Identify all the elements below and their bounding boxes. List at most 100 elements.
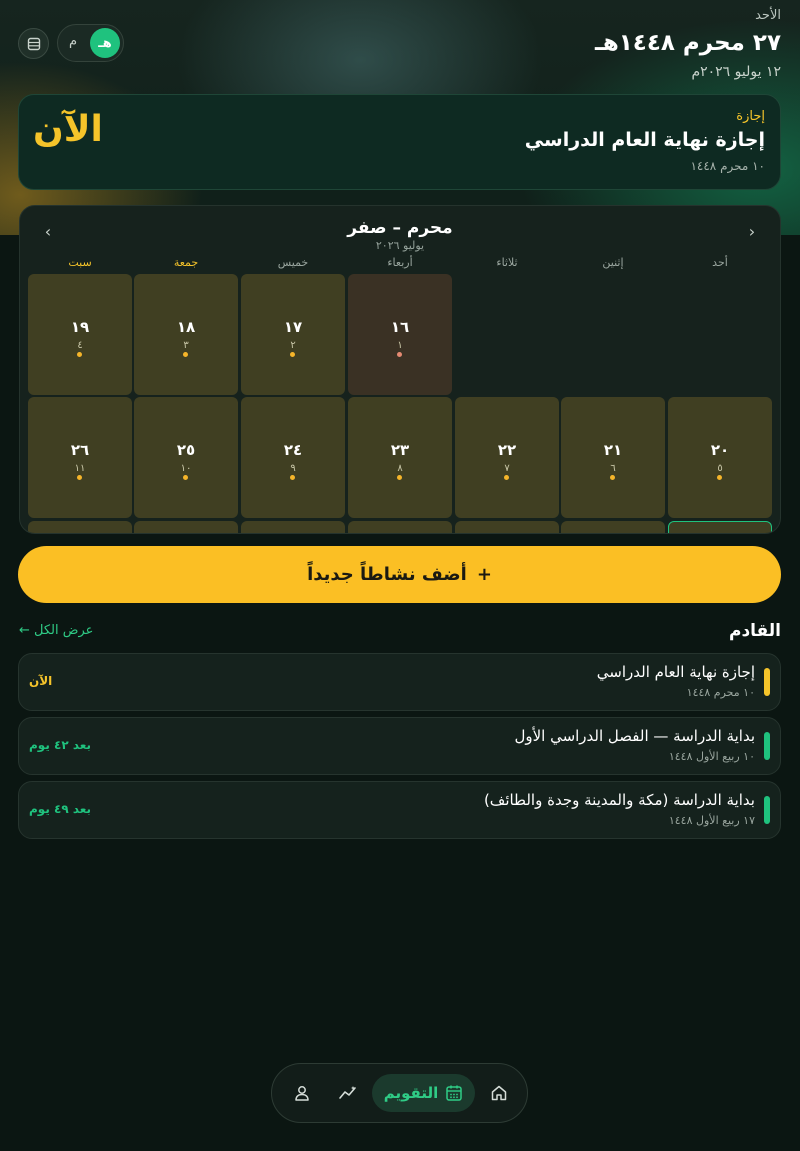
event-title: إجازة نهاية العام الدراسي xyxy=(524,129,765,151)
hijri-day-number: ٨ xyxy=(397,463,403,474)
toggle-hijri[interactable]: هـ xyxy=(90,28,120,58)
nav-home[interactable] xyxy=(484,1074,514,1112)
event-dot xyxy=(183,475,188,480)
calendar-card: ‹ › محرم – صفر يوليو ٢٠٢٦ أحد إثنين ثلاث… xyxy=(19,205,781,534)
weekday-tuesday: ثلاثاء xyxy=(496,256,518,269)
day-number: ١٦ xyxy=(390,318,410,336)
event-dot xyxy=(77,352,82,357)
event-dot xyxy=(717,475,722,480)
hijri-day-number: ٦ xyxy=(610,463,616,474)
event-dot xyxy=(504,475,509,480)
event-dot xyxy=(610,475,615,480)
calendar-day[interactable]: ١٩ ٤ xyxy=(28,274,132,395)
upcoming-title: القادم xyxy=(728,621,781,641)
event-dot xyxy=(183,352,188,357)
calendar-day[interactable]: ٢٢ ٧ xyxy=(455,397,559,518)
calendar-day[interactable]: ٢٣ ٨ xyxy=(348,397,452,518)
day-number: ٢٦ xyxy=(70,441,90,459)
weekday-wednesday: أربعاء xyxy=(387,256,413,269)
calendar-day[interactable]: ٢٤ ٩ xyxy=(241,397,345,518)
hijri-day-number: ١ xyxy=(397,340,403,351)
upcoming-item-when: الآن xyxy=(29,674,53,688)
nav-profile[interactable] xyxy=(288,1074,316,1112)
day-number: ٢٤ xyxy=(283,441,303,459)
add-activity-label: أضف نشاطاً جديداً xyxy=(307,564,467,585)
hijri-day-number: ١٠ xyxy=(180,463,192,474)
calendar-day[interactable]: ٢٥ ١٠ xyxy=(134,397,238,518)
upcoming-item-title: بداية الدراسة — الفصل الدراسي الأول xyxy=(514,727,755,745)
home-icon xyxy=(491,1085,507,1101)
calendar-icon xyxy=(446,1085,462,1101)
day-number: ١٨ xyxy=(176,318,196,336)
calendar-day-partial[interactable] xyxy=(348,521,452,533)
upcoming-item-date: ١٧ ربيع الأول ١٤٤٨ xyxy=(668,814,755,827)
hijri-day-number: ٧ xyxy=(504,463,510,474)
see-all-link[interactable]: عرض الكل ← xyxy=(19,623,93,638)
calendar-day-partial[interactable] xyxy=(241,521,345,533)
bottom-navigation: التقويم xyxy=(271,1063,528,1123)
upcoming-item-when: بعد ٤٢ يوم xyxy=(29,738,92,752)
calendar-day-partial[interactable] xyxy=(561,521,665,533)
weekday-thursday: خميس xyxy=(277,256,309,269)
day-number: ٢١ xyxy=(603,441,623,459)
calendar-day[interactable]: ٢٠ ٥ xyxy=(668,397,772,518)
hijri-day-number: ١١ xyxy=(74,463,86,474)
day-number: ٢٥ xyxy=(176,441,196,459)
event-dot xyxy=(77,475,82,480)
calendar-type-toggle[interactable]: هـ م xyxy=(57,24,124,62)
calendar-day-partial[interactable] xyxy=(134,521,238,533)
hijri-day-number: ٣ xyxy=(183,340,189,351)
event-status: الآن xyxy=(33,109,103,150)
hijri-day-number: ٩ xyxy=(290,463,296,474)
hijri-day-number: ٥ xyxy=(717,463,723,474)
calendar-day-partial[interactable] xyxy=(455,521,559,533)
calendar-day-partial[interactable] xyxy=(28,521,132,533)
day-number: ١٧ xyxy=(283,318,303,336)
nav-calendar-label: التقويم xyxy=(383,1084,439,1102)
plus-icon: + xyxy=(476,564,492,585)
event-dot xyxy=(290,352,295,357)
gregorian-date: ١٢ يوليو ٢٠٢٦م xyxy=(691,64,781,80)
upcoming-item-title: إجازة نهاية العام الدراسي xyxy=(596,663,755,681)
add-activity-button[interactable]: أضف نشاطاً جديداً + xyxy=(18,546,781,603)
calendar-day-today[interactable]: ١٦ ١ xyxy=(348,274,452,395)
status-bar xyxy=(764,732,770,760)
trend-icon xyxy=(339,1086,356,1099)
hijri-day-number: ٢ xyxy=(290,340,296,351)
calendar-day[interactable]: ٢١ ٦ xyxy=(561,397,665,518)
weekday-saturday: سبت xyxy=(68,256,92,269)
list-icon xyxy=(27,37,40,50)
calendar-day[interactable]: ٢٦ ١١ xyxy=(28,397,132,518)
profile-icon xyxy=(295,1086,309,1101)
calendar-day[interactable]: ١٧ ٢ xyxy=(241,274,345,395)
calendar-day[interactable]: ١٨ ٣ xyxy=(134,274,238,395)
day-number: ٢٣ xyxy=(390,441,410,459)
status-bar xyxy=(764,796,770,824)
event-type: إجازة xyxy=(736,109,765,124)
weekday-sunday: أحد xyxy=(712,256,728,269)
hijri-date: ٢٧ محرم ١٤٤٨هـ xyxy=(594,30,781,56)
nav-insights[interactable] xyxy=(332,1074,364,1112)
day-number: ١٩ xyxy=(70,318,90,336)
hijri-day-number: ٤ xyxy=(77,340,83,351)
calendar-title: محرم – صفر xyxy=(347,218,453,238)
upcoming-item[interactable]: بداية الدراسة — الفصل الدراسي الأول ١٠ ر… xyxy=(18,717,781,775)
upcoming-item-when: بعد ٤٩ يوم xyxy=(29,802,92,816)
current-event-card[interactable]: إجازة إجازة نهاية العام الدراسي ١٠ محرم … xyxy=(18,94,781,190)
weekday-label: الأحد xyxy=(755,8,781,23)
toggle-gregorian[interactable]: م xyxy=(69,34,77,49)
upcoming-item[interactable]: بداية الدراسة (مكة والمدينة وجدة والطائف… xyxy=(18,781,781,839)
menu-button[interactable] xyxy=(18,28,49,59)
event-dot xyxy=(397,352,402,357)
day-number: ٢٢ xyxy=(497,441,517,459)
calendar-day-partial[interactable] xyxy=(668,521,772,533)
calendar-subtitle: يوليو ٢٠٢٦ xyxy=(375,239,425,252)
weekday-friday: جمعة xyxy=(173,256,199,269)
nav-calendar[interactable]: التقويم xyxy=(372,1074,475,1112)
upcoming-item-date: ١٠ ربيع الأول ١٤٤٨ xyxy=(668,750,755,763)
upcoming-item-date: ١٠ محرم ١٤٤٨ xyxy=(686,686,755,699)
weekday-monday: إثنين xyxy=(602,256,624,269)
day-number: ٢٠ xyxy=(710,441,730,459)
event-dot xyxy=(397,475,402,480)
upcoming-item[interactable]: إجازة نهاية العام الدراسي ١٠ محرم ١٤٤٨ ا… xyxy=(18,653,781,711)
